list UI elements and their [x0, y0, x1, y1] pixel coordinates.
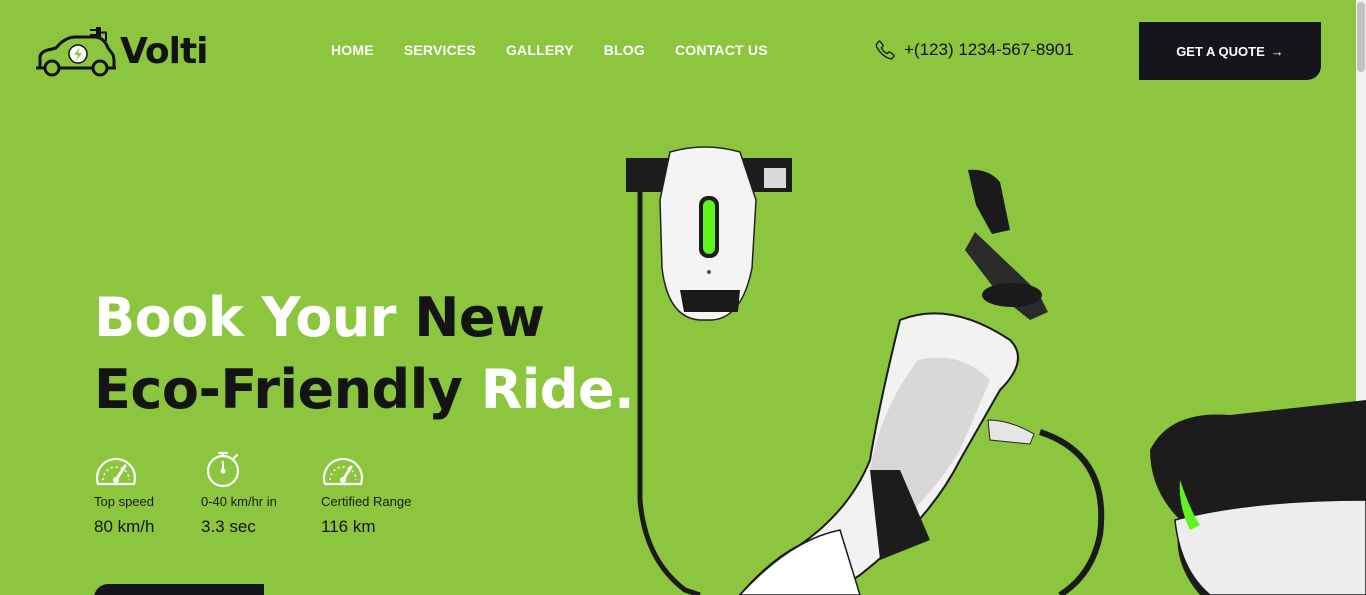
stat-top-speed: Top speed 80 km/h — [94, 450, 201, 537]
stat-certified-range-label: Certified Range — [321, 494, 412, 509]
stat-certified-range-value: 116 km — [321, 517, 376, 536]
stat-top-speed-label: Top speed — [94, 494, 154, 509]
nav-services[interactable]: SERVICES — [404, 42, 476, 58]
main-nav: HOME SERVICES GALLERY BLOG CONTACT US — [331, 42, 768, 58]
phone-icon — [875, 40, 895, 60]
phone-number: +(123) 1234-567-8901 — [904, 40, 1074, 59]
hero-headline: Book Your New Eco-Friendly Ride. — [94, 282, 635, 426]
stat-top-speed-value: 80 km/h — [94, 517, 155, 536]
phone-contact[interactable]: +(123) 1234-567-8901 — [874, 39, 1074, 61]
gauge-icon — [322, 457, 364, 486]
scrollbar-thumb[interactable] — [1357, 2, 1365, 72]
arrow-right-icon: → — [1270, 43, 1284, 59]
nav-home[interactable]: HOME — [331, 42, 374, 58]
stat-acceleration-label: 0-40 km/hr in — [201, 494, 277, 509]
nav-gallery[interactable]: GALLERY — [506, 42, 574, 58]
stat-acceleration: 0-40 km/hr in 3.3 sec — [201, 450, 321, 537]
headline-part-book-your: Book Your — [94, 286, 415, 349]
stopwatch-icon — [206, 451, 240, 488]
page: Volti HOME SERVICES GALLERY BLOG CONTACT… — [0, 0, 1366, 595]
stat-certified-range: Certified Range 116 km — [321, 450, 451, 537]
brand-name: Volti — [120, 30, 209, 72]
headline-part-new: New — [414, 286, 545, 349]
stat-acceleration-value: 3.3 sec — [201, 517, 256, 536]
hero-image-scooter-charger — [626, 146, 1366, 595]
get-a-quote-button[interactable]: GET A QUOTE → — [1139, 22, 1321, 80]
get-a-quote-label: GET A QUOTE — [1176, 43, 1265, 59]
headline-part-ride: Ride. — [480, 358, 635, 421]
ev-car-plug-icon — [36, 27, 116, 77]
hero-stats: Top speed 80 km/h 0-40 km/hr in 3.3 sec … — [94, 450, 451, 537]
brand-logo[interactable]: Volti — [34, 24, 209, 78]
headline-part-eco-friendly: Eco-Friendly — [94, 358, 481, 421]
nav-blog[interactable]: BLOG — [604, 42, 645, 58]
nav-contact-us[interactable]: CONTACT US — [675, 42, 768, 58]
hero-cta-button[interactable] — [94, 584, 264, 595]
speedometer-icon — [95, 457, 137, 486]
